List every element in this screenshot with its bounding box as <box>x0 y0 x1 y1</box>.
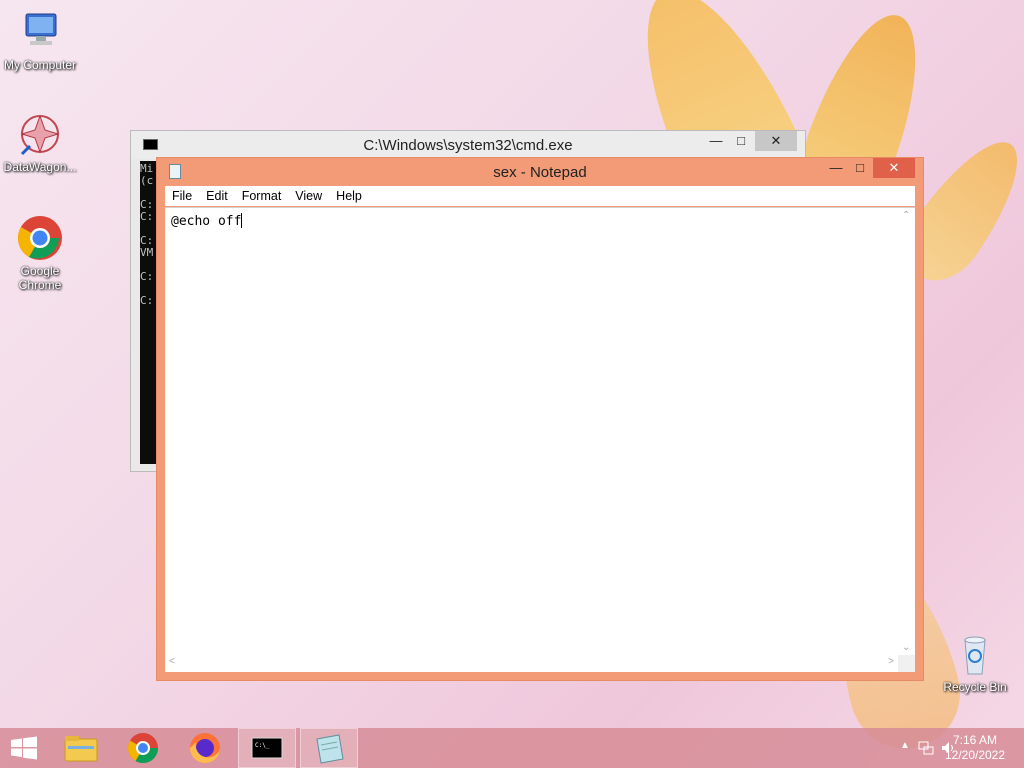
desktop-icon-recycle-bin[interactable]: Recycle Bin <box>935 630 1015 694</box>
scroll-right-icon[interactable]: > <box>888 656 894 667</box>
chrome-icon <box>127 733 158 764</box>
desktop-icon-my-computer[interactable]: My Computer <box>0 8 80 72</box>
desktop-icon-label: Recycle Bin <box>943 680 1007 694</box>
scroll-down-icon[interactable]: ⌄ <box>902 642 910 653</box>
datawagon-icon <box>16 110 64 158</box>
notepad-title: sex - Notepad <box>493 164 587 181</box>
recycle-bin-icon <box>951 630 999 678</box>
scroll-left-icon[interactable]: < <box>169 656 175 667</box>
chrome-icon <box>16 214 64 262</box>
minimize-button[interactable]: — <box>823 158 849 178</box>
minimize-button[interactable]: — <box>703 131 729 151</box>
resize-grip[interactable] <box>898 655 915 672</box>
desktop-icon-label: DataWagon... <box>3 160 77 174</box>
taskbar-firefox[interactable] <box>176 728 234 768</box>
start-button[interactable] <box>0 728 48 768</box>
notepad-icon <box>316 734 344 764</box>
windows-logo-icon <box>11 736 37 760</box>
folder-icon <box>64 736 98 762</box>
text-editor[interactable]: @echo off ⌃ ⌄ < > <box>165 207 915 672</box>
cmd-icon: C:\_ <box>251 737 283 759</box>
clock-date: 12/20/2022 <box>944 748 1006 762</box>
system-tray: ▲ 7:16 AM 12/20/2022 <box>874 728 1024 768</box>
computer-icon <box>16 8 64 56</box>
desktop-icon-label: Google Chrome <box>18 264 62 292</box>
svg-text:C:\_: C:\_ <box>255 742 270 749</box>
maximize-button[interactable]: □ <box>847 158 873 178</box>
maximize-button[interactable]: □ <box>728 131 754 151</box>
network-icon[interactable] <box>918 740 934 756</box>
clock-time: 7:16 AM <box>952 733 998 747</box>
desktop-icon-google-chrome[interactable]: Google Chrome <box>0 214 80 292</box>
taskbar-cmd[interactable]: C:\_ <box>238 728 296 768</box>
menu-help[interactable]: Help <box>329 186 369 203</box>
menu-view[interactable]: View <box>288 186 329 203</box>
taskbar-file-explorer[interactable] <box>52 728 110 768</box>
menu-edit[interactable]: Edit <box>199 186 235 203</box>
text-caret <box>241 213 243 228</box>
show-hidden-icons-icon[interactable]: ▲ <box>900 740 910 751</box>
editor-content: @echo off <box>171 214 242 229</box>
scroll-up-icon[interactable]: ⌃ <box>902 210 910 221</box>
horizontal-scrollbar[interactable]: < > <box>165 655 898 672</box>
close-button[interactable]: ✕ <box>873 158 915 178</box>
cmd-titlebar[interactable]: C:\Windows\system32\cmd.exe — □ ✕ <box>131 131 805 159</box>
desktop-icon-datawagon[interactable]: DataWagon... <box>0 110 80 174</box>
menu-bar: File Edit Format View Help <box>165 186 915 206</box>
desktop-icon-label: My Computer <box>3 58 77 72</box>
menu-format[interactable]: Format <box>235 186 289 203</box>
vertical-scrollbar[interactable]: ⌃ ⌄ <box>898 208 915 655</box>
firefox-icon <box>190 733 220 763</box>
notepad-titlebar[interactable]: sex - Notepad — □ ✕ <box>157 158 923 186</box>
taskbar-clock[interactable]: 7:16 AM 12/20/2022 <box>940 733 1010 763</box>
taskbar-google-chrome[interactable] <box>114 728 172 768</box>
taskbar-notepad[interactable] <box>300 728 358 768</box>
notepad-window[interactable]: sex - Notepad — □ ✕ File Edit Format View He… <box>156 157 924 681</box>
taskbar: C:\_ ▲ 7:16 AM 12/20/2022 <box>0 728 1024 768</box>
editor-text-line[interactable]: @echo off <box>171 213 243 229</box>
menu-file[interactable]: File <box>165 186 199 203</box>
close-button[interactable]: ✕ <box>755 131 797 151</box>
